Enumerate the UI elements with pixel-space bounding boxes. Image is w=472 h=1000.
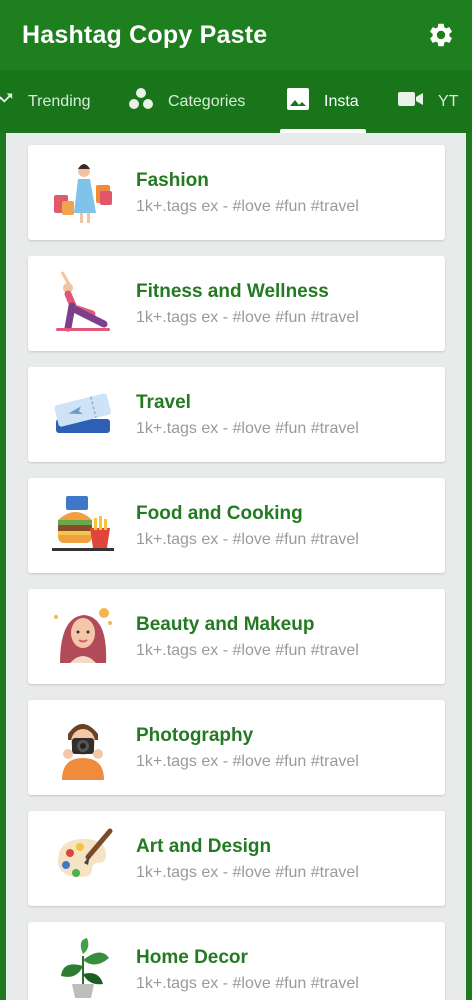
category-card-beauty[interactable]: Beauty and Makeup 1k+.tags ex - #love #f… xyxy=(28,589,445,684)
category-list: Fashion 1k+.tags ex - #love #fun #travel… xyxy=(6,133,466,1000)
category-subtitle: 1k+.tags ex - #love #fun #travel xyxy=(136,309,359,326)
tab-insta[interactable]: Insta xyxy=(286,70,359,133)
category-card-home-decor[interactable]: Home Decor 1k+.tags ex - #love #fun #tra… xyxy=(28,922,445,1000)
beauty-woman-icon xyxy=(50,603,116,669)
category-title: Photography xyxy=(136,725,254,746)
trending-up-icon xyxy=(0,88,14,115)
category-subtitle: 1k+.tags ex - #love #fun #travel xyxy=(136,864,359,881)
tab-label: Insta xyxy=(324,92,359,110)
category-title: Travel xyxy=(136,392,191,413)
category-title: Fitness and Wellness xyxy=(136,281,329,302)
category-subtitle: 1k+.tags ex - #love #fun #travel xyxy=(136,753,359,770)
category-subtitle: 1k+.tags ex - #love #fun #travel xyxy=(136,531,359,548)
category-subtitle: 1k+.tags ex - #love #fun #travel xyxy=(136,420,359,437)
house-plant-icon xyxy=(50,936,116,1000)
categories-dots-icon xyxy=(128,87,154,116)
plane-ticket-icon xyxy=(50,381,116,447)
category-card-food[interactable]: Food and Cooking 1k+.tags ex - #love #fu… xyxy=(28,478,445,573)
tab-label: Categories xyxy=(168,92,246,110)
app-bar: Hashtag Copy Paste xyxy=(0,0,472,70)
category-title: Beauty and Makeup xyxy=(136,614,315,635)
tab-label: Trending xyxy=(28,92,91,110)
category-card-travel[interactable]: Travel 1k+.tags ex - #love #fun #travel xyxy=(28,367,445,462)
category-title: Home Decor xyxy=(136,947,248,968)
tab-label: YT xyxy=(438,92,459,110)
category-subtitle: 1k+.tags ex - #love #fun #travel xyxy=(136,975,359,992)
app-title: Hashtag Copy Paste xyxy=(22,20,268,49)
category-subtitle: 1k+.tags ex - #love #fun #travel xyxy=(136,198,359,215)
fashion-shopping-woman-icon xyxy=(50,159,116,225)
category-title: Food and Cooking xyxy=(136,503,303,524)
tab-trending[interactable]: Trending xyxy=(0,70,91,133)
photographer-icon xyxy=(50,714,116,780)
tab-yt[interactable]: YT xyxy=(398,70,458,133)
category-card-photography[interactable]: Photography 1k+.tags ex - #love #fun #tr… xyxy=(28,700,445,795)
tab-bar: Trending Categories Insta YT xyxy=(0,70,472,133)
paint-palette-icon xyxy=(50,825,116,891)
category-card-art[interactable]: Art and Design 1k+.tags ex - #love #fun … xyxy=(28,811,445,906)
tab-categories[interactable]: Categories xyxy=(128,70,245,133)
yoga-pose-icon xyxy=(50,270,116,336)
category-card-fashion[interactable]: Fashion 1k+.tags ex - #love #fun #travel xyxy=(28,145,445,240)
category-title: Art and Design xyxy=(136,836,272,857)
fast-food-icon xyxy=(50,492,116,558)
image-icon xyxy=(286,87,310,116)
gear-icon[interactable] xyxy=(426,20,456,50)
category-subtitle: 1k+.tags ex - #love #fun #travel xyxy=(136,642,359,659)
category-card-fitness[interactable]: Fitness and Wellness 1k+.tags ex - #love… xyxy=(28,256,445,351)
video-camera-icon xyxy=(398,89,424,114)
category-title: Fashion xyxy=(136,170,209,191)
